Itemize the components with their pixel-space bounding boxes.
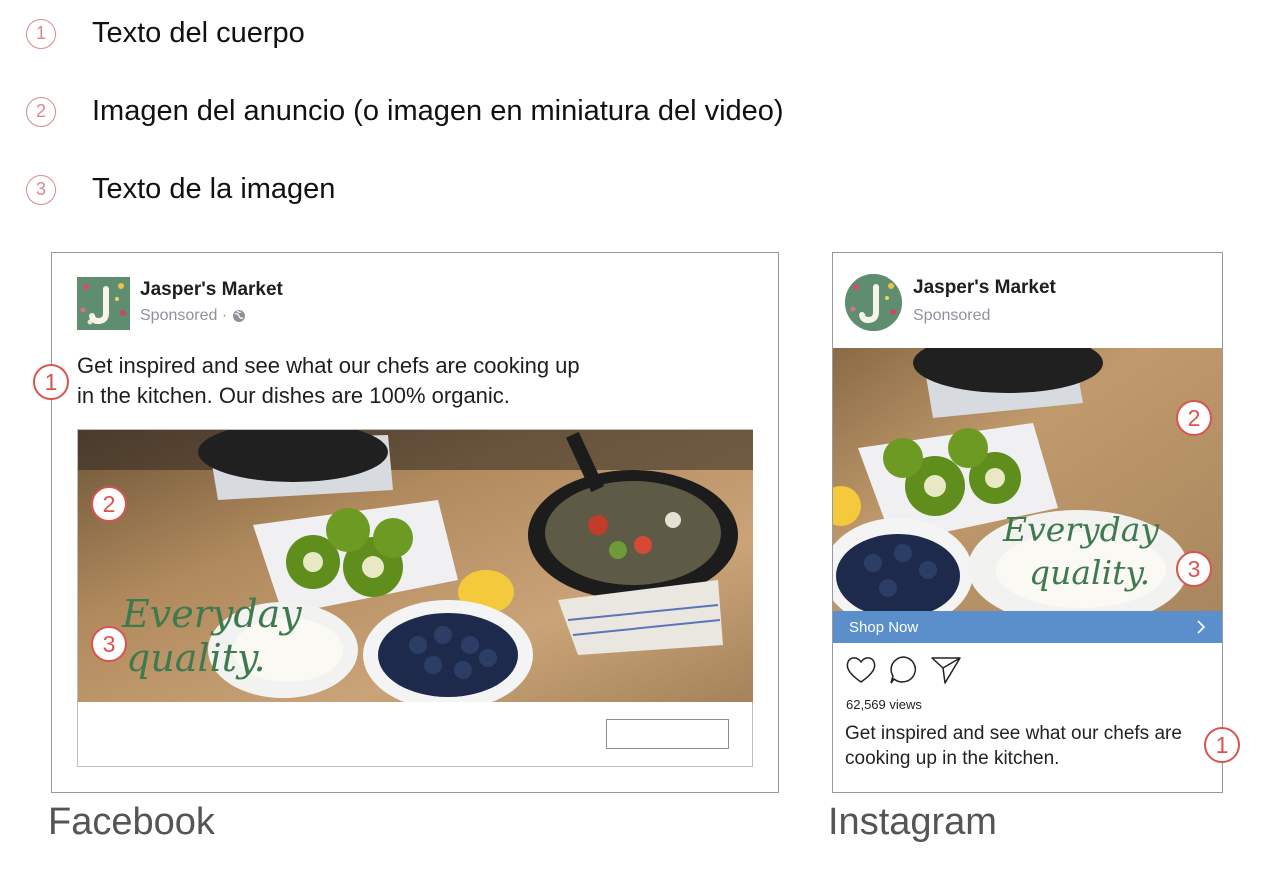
overlay-line: Everyday	[1003, 510, 1160, 549]
legend-item-image-text: 3 Texto de la imagen	[26, 173, 335, 206]
legend-label: Imagen del anuncio (o imagen en miniatur…	[92, 95, 784, 127]
body-text-line: in the kitchen. Our dishes are 100% orga…	[77, 383, 510, 408]
instagram-caption: Instagram	[828, 801, 997, 843]
overlay-line: quality.	[126, 636, 266, 680]
chevron-right-icon	[1196, 620, 1206, 634]
shop-now-button[interactable]: Shop Now	[833, 611, 1222, 643]
send-icon[interactable]	[930, 655, 962, 690]
instagram-image-overlay-text: Everyday quality.	[1003, 508, 1159, 594]
legend-number: 2	[26, 96, 56, 127]
callout-ad-image: 2	[1176, 400, 1212, 436]
facebook-body-text: Get inspired and see what our chefs are …	[77, 351, 580, 411]
legend-item-ad-image: 2 Imagen del anuncio (o imagen en miniat…	[26, 95, 784, 128]
legend-label: Texto de la imagen	[92, 173, 336, 205]
sponsored-text: Sponsored ·	[140, 307, 228, 324]
facebook-page-avatar[interactable]	[77, 277, 130, 330]
facebook-sponsored-label: Sponsored ·	[140, 307, 246, 325]
facebook-caption: Facebook	[48, 801, 215, 843]
instagram-page-avatar[interactable]	[845, 274, 902, 331]
body-text-line: Get inspired and see what our chefs are	[845, 723, 1182, 744]
comment-icon[interactable]	[888, 655, 920, 690]
callout-image-text: 3	[91, 626, 127, 662]
views-count: 62,569 views	[846, 697, 922, 712]
facebook-page-name[interactable]: Jasper's Market	[140, 279, 283, 301]
facebook-cta-button[interactable]	[606, 719, 729, 749]
legend-label: Texto del cuerpo	[92, 17, 305, 49]
facebook-image-overlay-text: Everyday quality.	[122, 592, 302, 680]
legend-number: 3	[26, 174, 56, 205]
heart-icon[interactable]	[845, 655, 877, 689]
overlay-line: Everyday	[122, 592, 302, 636]
globe-icon	[232, 309, 246, 323]
instagram-sponsored-label: Sponsored	[913, 307, 991, 324]
shop-now-label: Shop Now	[849, 618, 919, 636]
legend-number: 1	[26, 18, 56, 49]
callout-ad-image: 2	[91, 486, 127, 522]
instagram-page-name[interactable]: Jasper's Market	[913, 277, 1056, 299]
body-text-line: Get inspired and see what our chefs are …	[77, 353, 580, 378]
instagram-body-text: Get inspired and see what our chefs are …	[845, 721, 1182, 771]
overlay-line: quality.	[1029, 553, 1151, 592]
legend-item-body-text: 1 Texto del cuerpo	[26, 17, 305, 50]
callout-image-text: 3	[1176, 551, 1212, 587]
callout-body-text: 1	[33, 364, 69, 400]
body-text-line: cooking up in the kitchen.	[845, 748, 1060, 769]
callout-body-text: 1	[1204, 727, 1240, 763]
